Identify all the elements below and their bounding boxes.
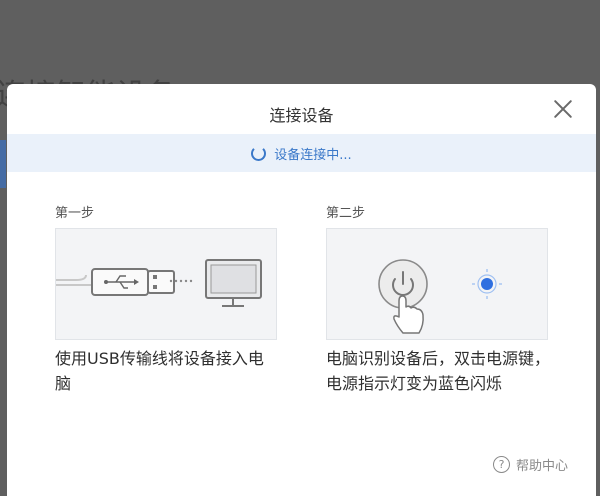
help-center-link[interactable]: ? 帮助中心 xyxy=(492,455,568,474)
question-circle-icon: ? xyxy=(492,456,510,473)
spinner-icon xyxy=(251,145,267,161)
connection-status-text: 设备连接中... xyxy=(274,147,352,163)
connect-device-dialog: 连接设备 设备连接中... 第一步 使用USB传输线将设备接入电脑 第二步 电脑… xyxy=(7,84,596,496)
usb-to-computer-icon xyxy=(56,259,262,307)
step-1-label: 第一步 xyxy=(55,206,95,221)
step-2-illustration xyxy=(326,228,548,340)
step-1-description: 使用USB传输线将设备接入电脑 xyxy=(55,349,264,393)
step-1-illustration xyxy=(55,228,277,340)
close-icon[interactable] xyxy=(552,98,574,120)
dialog-title: 连接设备 xyxy=(269,106,334,125)
power-button-double-tap-icon xyxy=(378,259,502,334)
connection-status-bar: 设备连接中... xyxy=(7,134,596,172)
help-center-label: 帮助中心 xyxy=(515,459,568,474)
background-tab-strip xyxy=(0,140,6,188)
step-2-description: 电脑识别设备后，双击电源键，电源指示灯变为蓝色闪烁 xyxy=(326,349,551,393)
step-2-label: 第二步 xyxy=(326,206,366,221)
